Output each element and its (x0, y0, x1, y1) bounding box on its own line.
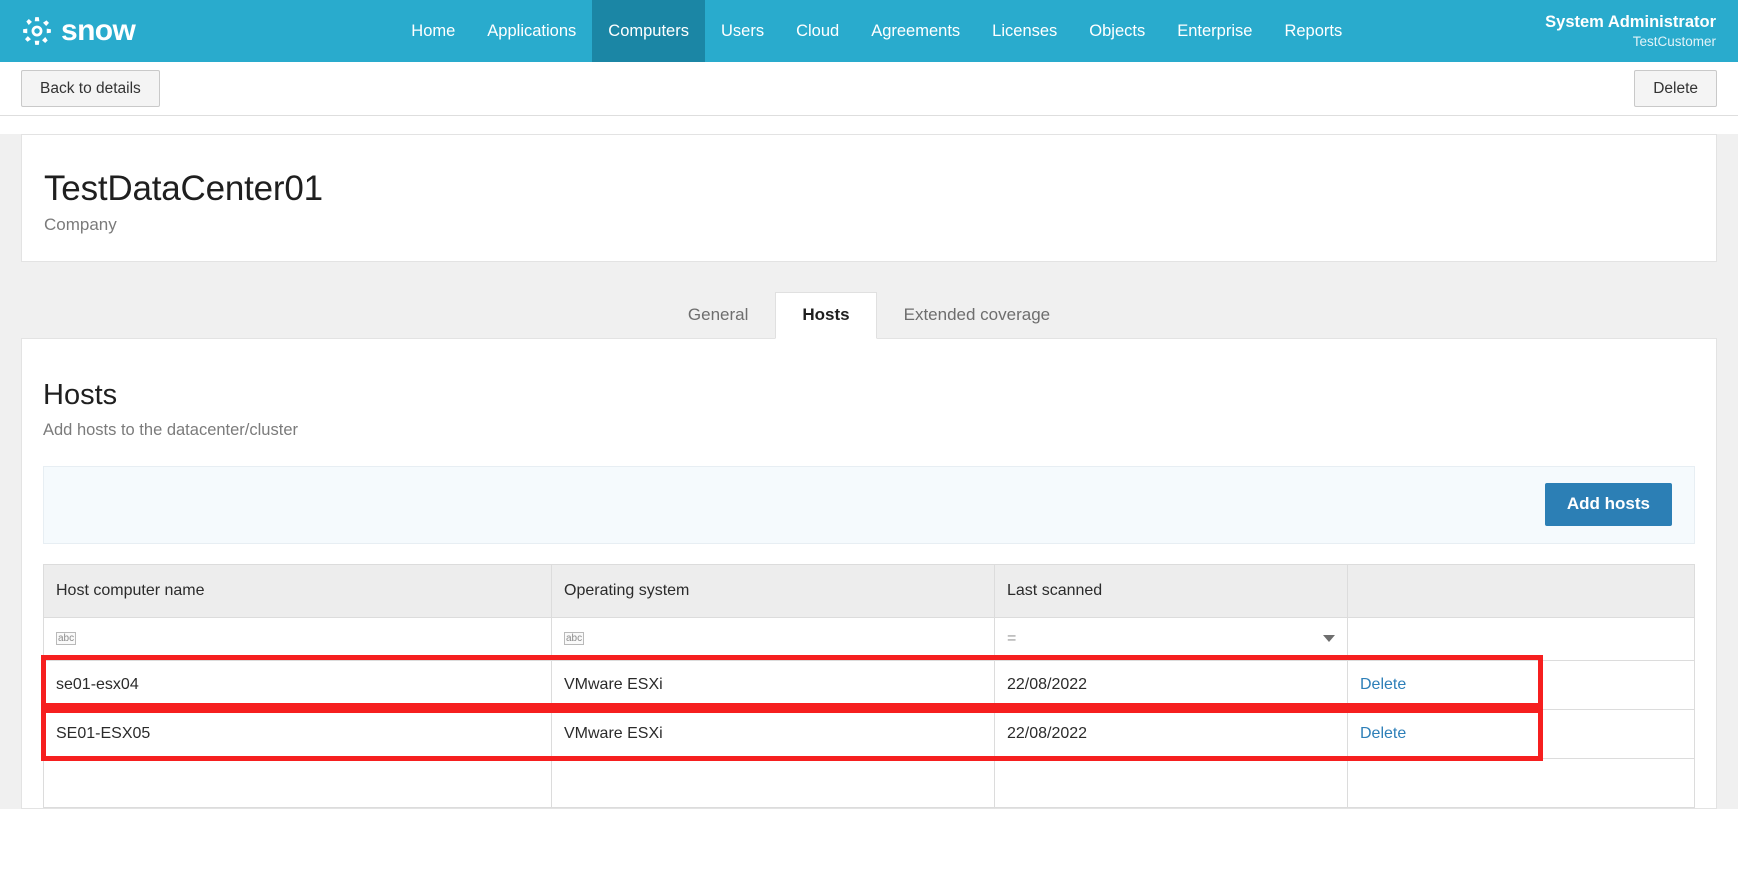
cell-last-scanned: 22/08/2022 (995, 709, 1348, 758)
cell-empty (1348, 759, 1538, 807)
back-to-details-button[interactable]: Back to details (21, 69, 160, 108)
section-subtitle: Add hosts to the datacenter/cluster (43, 420, 298, 439)
top-navigation-bar: snow Home Applications Computers Users C… (0, 0, 1738, 62)
filter-cell-host-computer-name[interactable]: abc (44, 617, 552, 660)
nav-item-objects[interactable]: Objects (1073, 0, 1161, 62)
column-header-host-computer-name[interactable]: Host computer name (44, 564, 552, 617)
filter-cell-operating-system[interactable]: abc (552, 617, 995, 660)
table-header-row: Host computer name Operating system Last… (44, 564, 1694, 618)
column-header-actions (1348, 565, 1538, 617)
table-filter-row: abc abc = (44, 617, 1694, 661)
cell-host-computer-name: se01-esx04 (44, 660, 552, 709)
cell-empty (995, 758, 1348, 807)
user-organization: TestCustomer (1632, 33, 1716, 49)
page-title: TestDataCenter01 (44, 169, 323, 208)
tab-extended-coverage[interactable]: Extended coverage (877, 292, 1078, 338)
add-hosts-button[interactable]: Add hosts (1544, 483, 1672, 526)
brand-name: snow (61, 14, 136, 47)
cell-operating-system: VMware ESXi (552, 660, 995, 709)
tab-hosts[interactable]: Hosts (775, 291, 877, 340)
tab-general[interactable]: General (661, 292, 775, 338)
table-row[interactable]: se01-esx04 VMware ESXi 22/08/2022 Delete (44, 660, 1694, 710)
user-account-menu[interactable]: System Administrator TestCustomer (1545, 0, 1716, 62)
nav-item-home[interactable]: Home (395, 0, 471, 62)
chevron-down-icon[interactable] (1323, 635, 1335, 643)
action-toolbar: Back to details Delete (0, 62, 1738, 116)
delete-button[interactable]: Delete (1634, 69, 1717, 108)
nav-item-applications[interactable]: Applications (471, 0, 592, 62)
hosts-table: Host computer name Operating system Last… (41, 563, 1695, 808)
cell-host-computer-name: SE01-ESX05 (44, 709, 552, 758)
brand-logo[interactable]: snow (0, 0, 136, 62)
nav-item-enterprise[interactable]: Enterprise (1161, 0, 1268, 62)
cell-operating-system: VMware ESXi (552, 709, 995, 758)
equals-operator-icon[interactable]: = (1007, 630, 1016, 647)
entity-type-label: Company (44, 215, 117, 235)
cell-empty (552, 758, 995, 807)
filter-cell-actions (1348, 618, 1538, 660)
hosts-action-bar: Add hosts (43, 465, 1695, 544)
page-body: TestDataCenter01 Company General Hosts E… (0, 134, 1738, 809)
section-title: Hosts (43, 379, 118, 412)
tab-bar: General Hosts Extended coverage (0, 280, 1738, 340)
nav-item-users[interactable]: Users (705, 0, 780, 62)
row-delete-link[interactable]: Delete (1360, 725, 1406, 743)
table-row[interactable]: SE01-ESX05 VMware ESXi 22/08/2022 Delete (44, 709, 1694, 759)
user-name: System Administrator (1545, 12, 1716, 31)
abc-filter-icon[interactable]: abc (564, 632, 585, 646)
entity-header-card: TestDataCenter01 Company (21, 134, 1717, 263)
nav-item-agreements[interactable]: Agreements (855, 0, 976, 62)
hosts-panel: Hosts Add hosts to the datacenter/cluste… (21, 338, 1717, 809)
nav-item-computers[interactable]: Computers (592, 0, 705, 62)
filter-cell-last-scanned[interactable]: = (995, 617, 1348, 660)
table-empty-row (44, 758, 1694, 808)
cell-actions: Delete (1348, 710, 1538, 758)
gear-icon (23, 17, 51, 45)
abc-filter-icon[interactable]: abc (56, 632, 77, 646)
nav-item-licenses[interactable]: Licenses (976, 0, 1073, 62)
cell-empty (44, 758, 552, 807)
column-header-last-scanned[interactable]: Last scanned (995, 564, 1348, 617)
row-delete-link[interactable]: Delete (1360, 676, 1406, 694)
nav-item-reports[interactable]: Reports (1268, 0, 1358, 62)
cell-actions: Delete (1348, 661, 1538, 709)
cell-last-scanned: 22/08/2022 (995, 660, 1348, 709)
nav-item-cloud[interactable]: Cloud (780, 0, 855, 62)
main-menu: Home Applications Computers Users Cloud … (395, 0, 1358, 62)
column-header-operating-system[interactable]: Operating system (552, 564, 995, 617)
